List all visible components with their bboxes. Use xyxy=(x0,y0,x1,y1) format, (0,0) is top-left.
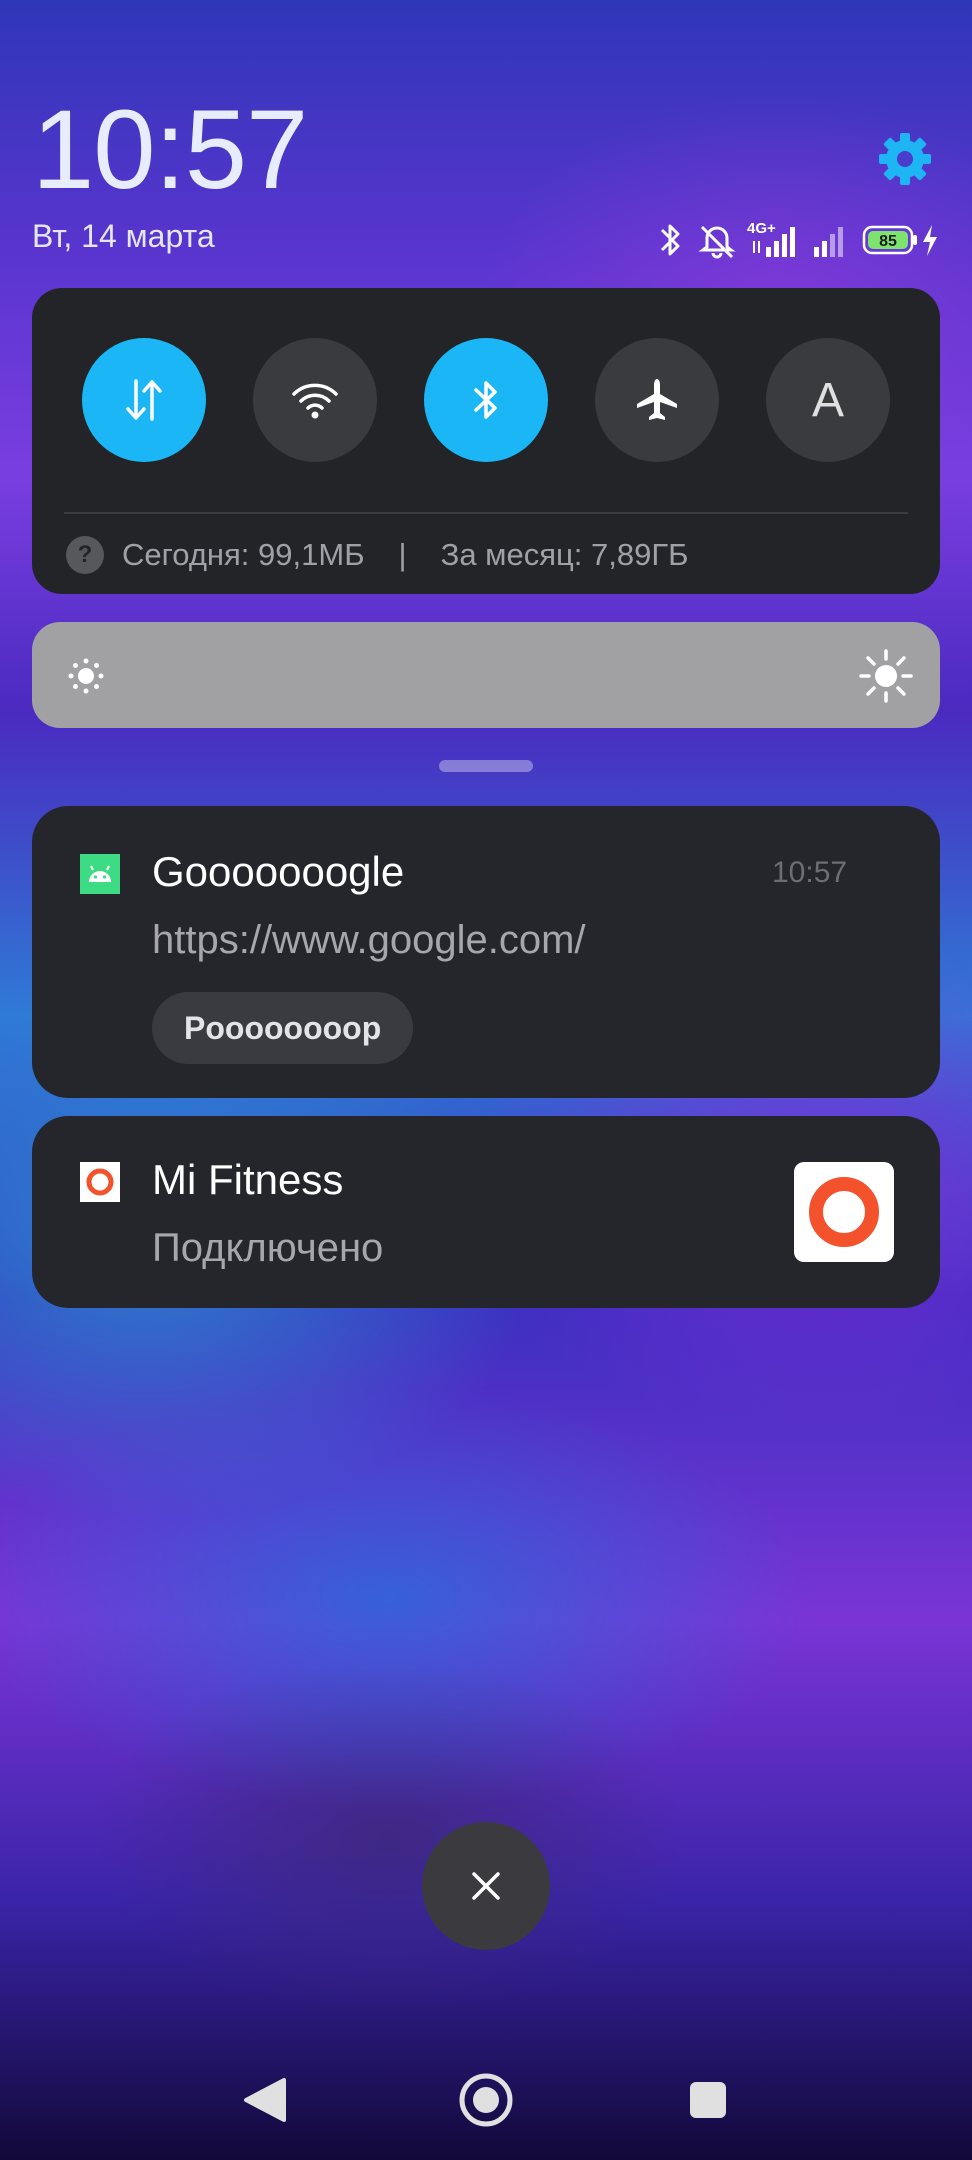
4g-icon: 4G+ xyxy=(746,217,798,263)
bluetooth-toggle[interactable] xyxy=(424,338,548,462)
battery-icon: 85 xyxy=(862,217,918,263)
gear-icon[interactable] xyxy=(876,130,934,188)
close-icon xyxy=(472,1872,500,1900)
notification-time: 10:57 xyxy=(772,856,848,889)
airplane-icon xyxy=(637,379,677,420)
bluetooth-icon xyxy=(656,217,686,263)
notification-gooooooogle[interactable]: Gooooooogle 10:57 https://www.google.com… xyxy=(32,806,940,1098)
help-icon[interactable]: ? xyxy=(66,536,104,574)
clear-notifications-button[interactable] xyxy=(422,1822,550,1950)
notification-action-button[interactable]: Poooooooop xyxy=(152,992,414,1064)
battery-level: 85 xyxy=(879,233,897,250)
data-arrows-icon xyxy=(126,379,162,421)
clock-time: 10:57 xyxy=(32,87,308,212)
auto-brightness-icon: A xyxy=(811,373,844,427)
drag-handle[interactable] xyxy=(439,760,533,772)
data-usage[interactable]: ? Сегодня: 99,1МБ | За месяц: 7,89ГБ xyxy=(66,533,688,577)
recents-icon[interactable] xyxy=(686,2060,730,2140)
sun-small-icon xyxy=(66,656,106,696)
usage-today: Сегодня: 99,1МБ xyxy=(122,537,365,572)
bluetooth-icon xyxy=(474,381,497,419)
brightness-slider[interactable] xyxy=(32,622,940,728)
usage-month: За месяц: 7,89ГБ xyxy=(440,537,689,572)
wifi-toggle[interactable] xyxy=(253,338,377,462)
mi-fitness-icon xyxy=(794,1162,894,1262)
wifi-icon xyxy=(292,383,338,419)
signal-icon-2 xyxy=(810,217,854,263)
notification-text: Подключено xyxy=(152,1226,384,1270)
sun-large-icon xyxy=(858,648,914,704)
charging-icon xyxy=(920,217,940,263)
back-icon[interactable] xyxy=(240,2060,288,2140)
notification-mi-fitness[interactable]: Mi Fitness Подключено xyxy=(32,1116,940,1308)
mobile-data-toggle[interactable] xyxy=(82,338,206,462)
android-icon xyxy=(80,854,120,894)
clock-date: Вт, 14 марта xyxy=(32,218,215,254)
auto-brightness-toggle[interactable]: A xyxy=(766,338,890,462)
silent-bell-icon xyxy=(696,217,738,263)
mi-fitness-small-icon xyxy=(80,1162,120,1202)
divider xyxy=(64,512,908,514)
network-type-label: 4G+ xyxy=(747,220,776,237)
notification-title: Mi Fitness xyxy=(152,1156,344,1203)
airplane-mode-toggle[interactable] xyxy=(595,338,719,462)
usage-separator: | xyxy=(398,537,407,572)
notification-text: https://www.google.com/ xyxy=(152,918,586,962)
notification-title: Gooooooogle xyxy=(152,848,405,895)
home-icon[interactable] xyxy=(456,2060,516,2140)
